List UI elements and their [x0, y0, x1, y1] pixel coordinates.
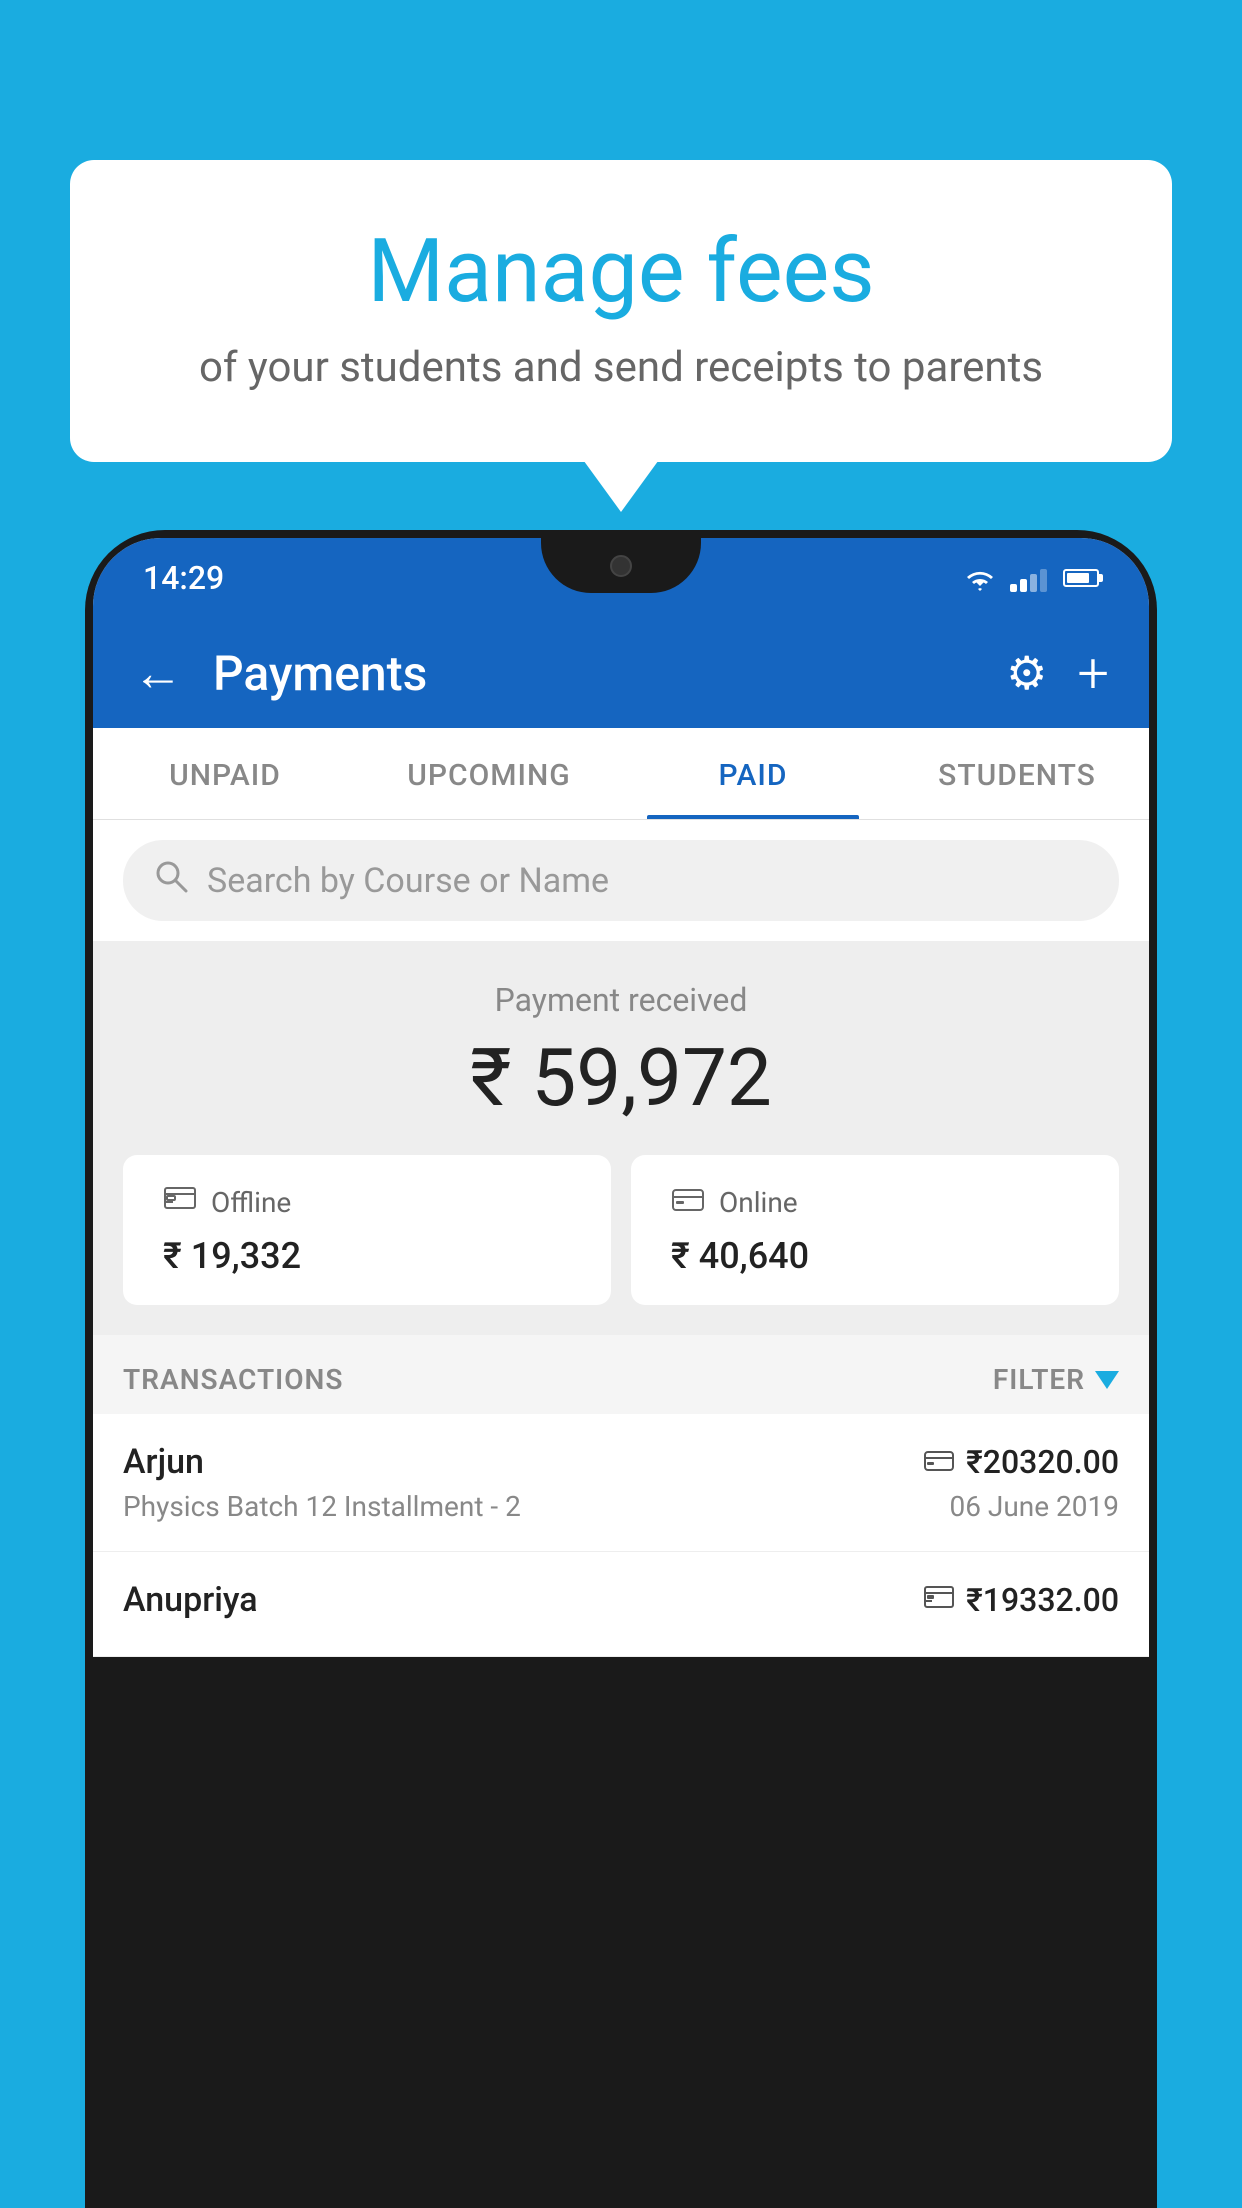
- card-payment-icon: [924, 1446, 954, 1479]
- phone-notch: [541, 538, 701, 593]
- tab-paid[interactable]: PAID: [621, 728, 885, 819]
- online-amount: ₹ 40,640: [671, 1235, 1079, 1277]
- offline-label: Offline: [211, 1186, 291, 1219]
- filter-button[interactable]: FILTER: [993, 1363, 1119, 1396]
- back-button[interactable]: ←: [133, 644, 183, 703]
- tabs-container: UNPAID UPCOMING PAID STUDENTS: [93, 728, 1149, 820]
- page-title: Payments: [213, 645, 976, 702]
- notch-camera: [610, 555, 632, 577]
- transactions-label: TRANSACTIONS: [123, 1363, 343, 1396]
- app-header: ← Payments ⚙ +: [93, 618, 1149, 728]
- offline-amount: ₹ 19,332: [163, 1235, 571, 1277]
- filter-label: FILTER: [993, 1363, 1085, 1396]
- transaction-date: 06 June 2019: [949, 1490, 1119, 1523]
- payment-cards: Offline ₹ 19,332: [123, 1155, 1119, 1305]
- speech-bubble: Manage fees of your students and send re…: [70, 160, 1172, 462]
- transaction-amount-wrapper: ₹20320.00: [924, 1443, 1119, 1481]
- online-card: Online ₹ 40,640: [631, 1155, 1119, 1305]
- tab-unpaid[interactable]: UNPAID: [93, 728, 357, 819]
- transaction-name: Arjun: [123, 1442, 204, 1482]
- transaction-amount: ₹19332.00: [966, 1581, 1119, 1619]
- signal-icon: [1010, 564, 1047, 592]
- status-time: 14:29: [143, 559, 224, 597]
- transaction-row[interactable]: Anupriya ₹19332.00: [93, 1552, 1149, 1657]
- cash-payment-icon: [924, 1584, 954, 1617]
- bubble-subtitle: of your students and send receipts to pa…: [150, 343, 1092, 392]
- phone-frame: 14:29: [85, 530, 1157, 2208]
- transaction-course: Physics Batch 12 Installment - 2: [123, 1490, 521, 1523]
- bubble-title: Manage fees: [150, 220, 1092, 323]
- transaction-amount-wrapper: ₹19332.00: [924, 1581, 1119, 1619]
- online-label: Online: [719, 1186, 798, 1219]
- transaction-amount: ₹20320.00: [966, 1443, 1119, 1481]
- offline-card: Offline ₹ 19,332: [123, 1155, 611, 1305]
- add-icon[interactable]: +: [1077, 640, 1109, 706]
- settings-icon[interactable]: ⚙: [1006, 646, 1047, 701]
- wifi-icon: [962, 564, 998, 592]
- status-icons: [962, 564, 1099, 592]
- transactions-header: TRANSACTIONS FILTER: [93, 1335, 1149, 1414]
- header-icons: ⚙ +: [1006, 640, 1109, 706]
- payment-total: ₹ 59,972: [123, 1031, 1119, 1125]
- tab-students[interactable]: STUDENTS: [885, 728, 1149, 819]
- search-box[interactable]: Search by Course or Name: [123, 840, 1119, 921]
- search-icon: [153, 858, 189, 903]
- card-icon: [671, 1183, 705, 1221]
- search-container: Search by Course or Name: [93, 820, 1149, 941]
- speech-bubble-container: Manage fees of your students and send re…: [70, 160, 1172, 462]
- search-input[interactable]: Search by Course or Name: [207, 861, 609, 901]
- tab-upcoming[interactable]: UPCOMING: [357, 728, 621, 819]
- filter-icon: [1095, 1371, 1119, 1389]
- payment-received-section: Payment received ₹ 59,972: [93, 941, 1149, 1335]
- status-bar: 14:29: [93, 538, 1149, 618]
- payment-label: Payment received: [123, 981, 1119, 1019]
- transaction-row[interactable]: Arjun ₹20320.00: [93, 1414, 1149, 1552]
- battery-icon: [1063, 569, 1099, 587]
- transaction-name: Anupriya: [123, 1580, 258, 1620]
- cash-icon: [163, 1183, 197, 1221]
